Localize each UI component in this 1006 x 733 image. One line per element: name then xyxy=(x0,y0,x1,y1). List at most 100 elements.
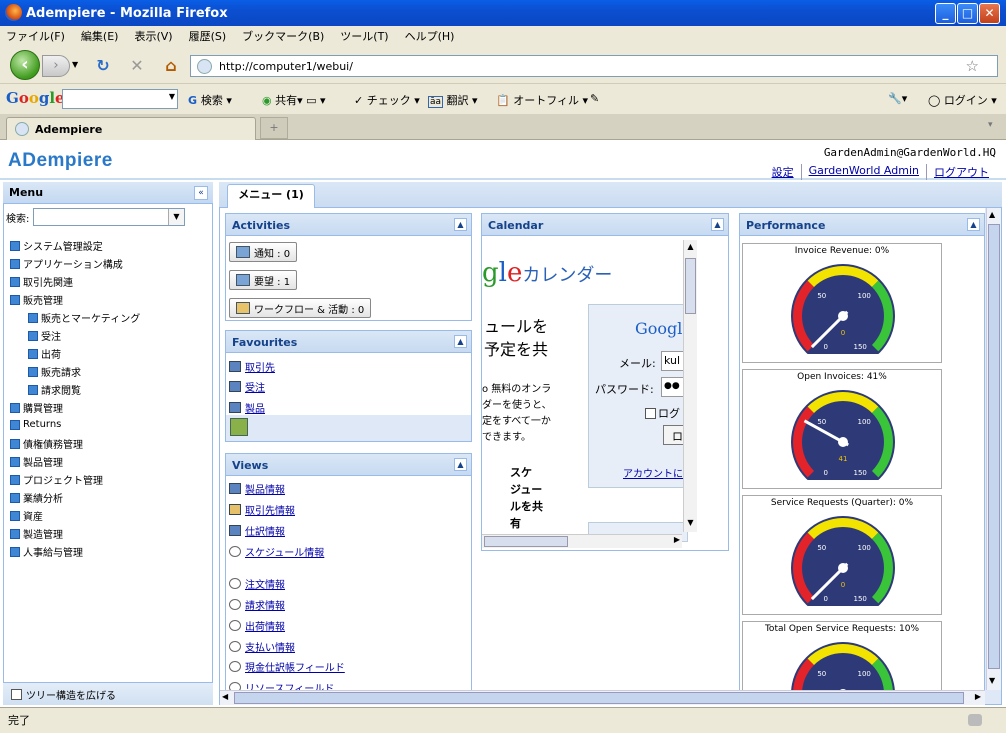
scroll-down-icon[interactable]: ▼ xyxy=(685,518,696,530)
google-search-input[interactable]: ▼ xyxy=(62,89,178,109)
notice-button[interactable]: 通知 : 0 xyxy=(229,242,298,262)
menu-item[interactable]: プロジェクト管理 xyxy=(10,472,103,487)
collapse-icon[interactable]: ▲ xyxy=(711,218,724,231)
favourite-product-link[interactable]: 製品 xyxy=(229,400,265,415)
workflow-button[interactable]: ワークフロー & 活動 : 0 xyxy=(229,298,372,318)
bookmark-star-icon[interactable]: ☆ xyxy=(966,57,979,75)
calendar-vscrollbar[interactable]: ▲ ▼ xyxy=(683,240,697,532)
menu-item[interactable]: システム管理設定 xyxy=(10,238,103,253)
gauge[interactable]: 05010015010Total Open Service Requests: … xyxy=(742,621,942,691)
expand-tree-checkbox[interactable] xyxy=(11,688,22,700)
scroll-up-icon[interactable]: ▲ xyxy=(685,242,696,254)
menu-item[interactable]: アプリケーション構成 xyxy=(10,256,123,271)
remember-checkbox[interactable] xyxy=(645,407,656,419)
scroll-thumb[interactable] xyxy=(685,258,696,314)
menu-item[interactable]: 販売管理 xyxy=(10,292,63,307)
chevron-down-icon[interactable]: ▼ xyxy=(168,209,184,225)
collapse-icon[interactable]: ▲ xyxy=(967,218,980,231)
menu-help[interactable]: ヘルプ(H) xyxy=(405,28,455,44)
new-tab-button[interactable]: + xyxy=(260,117,288,139)
menu-file[interactable]: ファイル(F) xyxy=(6,28,65,44)
scroll-left-icon[interactable]: ◀ xyxy=(222,692,228,701)
chevron-down-icon[interactable]: ▼ xyxy=(169,92,175,101)
menu-item[interactable]: Returns xyxy=(10,419,61,430)
tab-adempiere[interactable]: Adempiere xyxy=(6,117,256,140)
menu-item[interactable]: 債権債務管理 xyxy=(10,436,83,451)
scroll-up-icon[interactable]: ▲ xyxy=(989,210,995,219)
request-button[interactable]: 要望 : 1 xyxy=(229,270,298,290)
menu-bookmarks[interactable]: ブックマーク(B) xyxy=(242,28,324,44)
highlight-icon[interactable]: ✎ xyxy=(590,92,599,105)
scroll-thumb[interactable] xyxy=(234,692,964,704)
menu-item[interactable]: 購買管理 xyxy=(10,400,63,415)
scroll-down-icon[interactable]: ▼ xyxy=(989,676,995,685)
view-bpartner-info[interactable]: 取引先情報 xyxy=(229,502,295,517)
logout-link[interactable]: ログアウト xyxy=(926,164,996,180)
view-schedule-info[interactable]: スケジュール情報 xyxy=(229,544,324,559)
back-button[interactable]: ‹ xyxy=(10,50,40,80)
tab-list-icon[interactable]: ▾ xyxy=(988,120,993,130)
expand-tree-option[interactable]: ツリー構造を広げる xyxy=(3,682,213,705)
collapse-icon[interactable]: ▲ xyxy=(454,458,467,471)
stop-icon[interactable]: ✕ xyxy=(126,55,148,77)
menu-item[interactable]: 製造管理 xyxy=(10,526,63,541)
google-search-button[interactable]: G 検索 ▾ xyxy=(188,92,232,108)
menu-tools[interactable]: ツール(T) xyxy=(340,28,388,44)
view-account-info[interactable]: 仕訳情報 xyxy=(229,523,285,538)
remember-login-option[interactable]: ログ xyxy=(645,405,680,421)
minimize-button[interactable]: _ xyxy=(935,3,956,24)
menu-edit[interactable]: 編集(E) xyxy=(81,28,119,44)
forward-button[interactable]: › xyxy=(42,55,70,77)
url-bar[interactable]: http://computer1/webui/ ☆ xyxy=(190,55,998,77)
menu-item[interactable]: 販売とマーケティング xyxy=(28,310,140,325)
view-invoice-info[interactable]: 請求情報 xyxy=(229,597,285,612)
menu-item[interactable]: 製品管理 xyxy=(10,454,63,469)
menu-item[interactable]: 取引先関連 xyxy=(10,274,73,289)
close-button[interactable]: ✕ xyxy=(979,3,1000,24)
home-icon[interactable]: ⌂ xyxy=(160,55,182,77)
view-product-info[interactable]: 製品情報 xyxy=(229,481,285,496)
role-link[interactable]: GardenWorld Admin xyxy=(800,164,926,180)
scroll-thumb[interactable] xyxy=(484,536,568,547)
share-button[interactable]: ◉ 共有▾ ▭ ▾ xyxy=(262,92,326,108)
scroll-thumb[interactable] xyxy=(988,224,1000,669)
translate-button[interactable]: āa 翻訳 ▾ xyxy=(428,92,478,108)
menu-item[interactable]: 業績分析 xyxy=(10,490,63,505)
favourites-drop-zone[interactable] xyxy=(226,415,471,441)
reload-icon[interactable]: ↻ xyxy=(92,55,114,77)
main-hscrollbar[interactable]: ◀ ▶ xyxy=(220,690,985,705)
collapse-icon[interactable]: ▲ xyxy=(454,335,467,348)
tab-menu[interactable]: メニュー (1) xyxy=(227,184,315,208)
scroll-right-icon[interactable]: ▶ xyxy=(674,535,680,544)
view-cashjournal-info[interactable]: 現金仕訳帳フィールド xyxy=(229,659,345,674)
autofill-button[interactable]: 📋 オートフィル ▾ xyxy=(496,92,588,108)
scroll-right-icon[interactable]: ▶ xyxy=(975,692,981,701)
spellcheck-button[interactable]: ✓ チェック ▾ xyxy=(354,92,420,108)
view-shipment-info[interactable]: 出荷情報 xyxy=(229,618,285,633)
trash-bin-icon[interactable] xyxy=(230,418,248,436)
collapse-panel-icon[interactable]: « xyxy=(194,186,208,200)
collapse-icon[interactable]: ▲ xyxy=(454,218,467,231)
calendar-hscrollbar[interactable]: ▶ xyxy=(482,534,682,548)
menu-item[interactable]: 資産 xyxy=(10,508,43,523)
view-order-info[interactable]: 注文情報 xyxy=(229,576,285,591)
menu-search-input[interactable]: ▼ xyxy=(33,208,185,226)
menu-item[interactable]: 請求閲覧 xyxy=(28,382,81,397)
main-vscrollbar[interactable]: ▲ ▼ xyxy=(986,208,1001,690)
favourite-bpartner-link[interactable]: 取引先 xyxy=(229,359,275,374)
menu-view[interactable]: 表示(V) xyxy=(134,28,172,44)
menu-item[interactable]: 人事給与管理 xyxy=(10,544,83,559)
favourite-order-link[interactable]: 受注 xyxy=(229,379,265,394)
google-login-button[interactable]: ◯ ログイン ▾ xyxy=(928,92,997,108)
create-account-link[interactable]: アカウントに xyxy=(623,465,683,480)
menu-history[interactable]: 履歴(S) xyxy=(189,28,227,44)
menu-item[interactable]: 出荷 xyxy=(28,346,61,361)
gauge[interactable]: 0 50 100 150 0 Invoice Revenue: 0% xyxy=(742,243,942,363)
history-dropdown-icon[interactable]: ▼ xyxy=(72,60,78,69)
menu-item[interactable]: 受注 xyxy=(28,328,61,343)
maximize-button[interactable]: □ xyxy=(957,3,978,24)
preferences-link[interactable]: 設定 xyxy=(765,164,801,180)
gauge[interactable]: 0 50 100 150 41 Open Invoices: 41% xyxy=(742,369,942,489)
view-payment-info[interactable]: 支払い情報 xyxy=(229,639,295,654)
wrench-icon[interactable]: 🔧▾ xyxy=(888,92,907,105)
